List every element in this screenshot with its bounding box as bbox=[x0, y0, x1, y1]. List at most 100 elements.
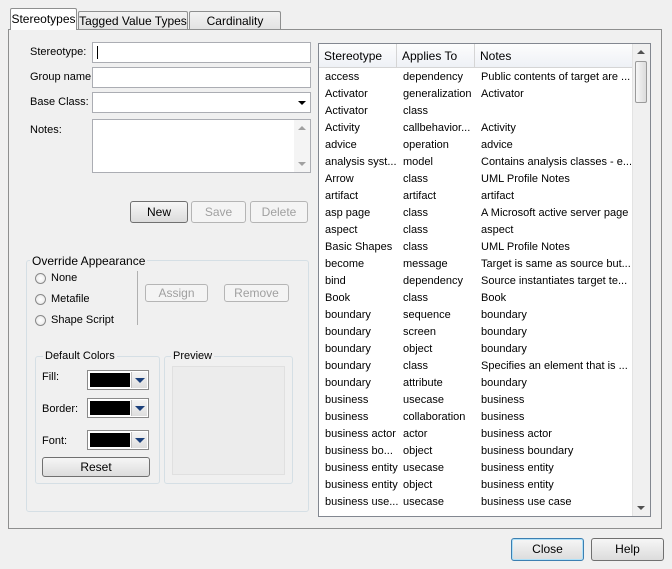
applies-to-cell: attribute bbox=[403, 377, 443, 389]
table-row[interactable]: Activity callbehavior... Activity bbox=[319, 120, 633, 137]
table-row[interactable]: business use... usecase business use case bbox=[319, 494, 633, 511]
table-row[interactable]: advice operation advice bbox=[319, 137, 633, 154]
table-row[interactable]: boundary attribute boundary bbox=[319, 375, 633, 392]
applies-to-cell: sequence bbox=[403, 309, 451, 321]
font-label: Font: bbox=[42, 435, 68, 447]
stereotype-list[interactable]: Stereotype Applies To Notes access depend… bbox=[318, 43, 651, 517]
table-row[interactable]: business collaboration business bbox=[319, 409, 633, 426]
table-row[interactable]: Book class Book bbox=[319, 290, 633, 307]
notes-cell: Activator bbox=[481, 88, 524, 100]
table-row[interactable]: boundary object boundary bbox=[319, 341, 633, 358]
assign-button[interactable]: Assign bbox=[145, 284, 208, 302]
notes-cell: advice bbox=[481, 139, 513, 151]
applies-to-cell: class bbox=[403, 241, 429, 253]
applies-to-cell: message bbox=[403, 258, 448, 270]
tab-stereotypes[interactable]: Stereotypes bbox=[10, 8, 77, 30]
border-color-picker[interactable] bbox=[87, 398, 149, 418]
table-row[interactable]: become message Target is same as source bu… bbox=[319, 256, 633, 273]
notes-textarea[interactable] bbox=[92, 119, 311, 173]
help-button[interactable]: Help bbox=[591, 538, 664, 561]
column-header-applies-to[interactable]: Applies To bbox=[397, 44, 475, 68]
notes-cell: Contains analysis classes - e... bbox=[481, 156, 631, 168]
radio-metafile-label: Metafile bbox=[51, 293, 90, 305]
table-row[interactable]: asp page class A Microsoft active server p… bbox=[319, 205, 633, 222]
tab-cardinality-values[interactable]: Cardinality Values bbox=[189, 11, 281, 46]
fill-color-picker[interactable] bbox=[87, 370, 149, 390]
base-class-label: Base Class: bbox=[30, 96, 89, 108]
preview-title: Preview bbox=[171, 350, 215, 362]
table-row[interactable]: Activator generalization Activator bbox=[319, 86, 633, 103]
close-button[interactable]: Close bbox=[511, 538, 584, 561]
remove-button[interactable]: Remove bbox=[224, 284, 289, 302]
column-header-notes[interactable]: Notes bbox=[475, 44, 633, 68]
stereotype-cell: business bo... bbox=[325, 445, 393, 457]
chevron-down-icon bbox=[135, 378, 145, 383]
table-row[interactable]: analysis syst... model Contains analysis c… bbox=[319, 154, 633, 171]
scroll-down-icon[interactable] bbox=[298, 162, 306, 166]
radio-shape-script[interactable] bbox=[35, 315, 46, 326]
delete-button[interactable]: Delete bbox=[250, 201, 308, 223]
applies-to-cell: actor bbox=[403, 428, 428, 440]
table-row[interactable]: business entity usecase business entity bbox=[319, 460, 633, 477]
applies-to-cell: class bbox=[403, 292, 429, 304]
applies-to-cell: usecase bbox=[403, 496, 444, 508]
stereotype-cell: access bbox=[325, 71, 360, 83]
table-row[interactable]: business usecase business bbox=[319, 392, 633, 409]
save-button[interactable]: Save bbox=[191, 201, 246, 223]
applies-to-cell: class bbox=[403, 207, 429, 219]
preview-canvas bbox=[172, 366, 285, 475]
table-row[interactable]: boundary screen boundary bbox=[319, 324, 633, 341]
scroll-up-icon[interactable] bbox=[298, 126, 306, 130]
fill-color-swatch bbox=[90, 373, 130, 387]
table-row[interactable]: artifact artifact artifact bbox=[319, 188, 633, 205]
list-scrollbar[interactable] bbox=[632, 44, 650, 516]
override-appearance-title: Override Appearance bbox=[30, 254, 148, 268]
border-dropdown[interactable] bbox=[131, 400, 147, 416]
scroll-thumb[interactable] bbox=[635, 61, 647, 103]
stereotype-cell: become bbox=[325, 258, 365, 270]
stereotype-cell: Basic Shapes bbox=[325, 241, 393, 253]
notes-cell: business actor bbox=[481, 428, 552, 440]
scroll-down-icon[interactable] bbox=[637, 506, 645, 510]
table-row[interactable]: Arrow class UML Profile Notes bbox=[319, 171, 633, 188]
notes-cell: boundary bbox=[481, 309, 527, 321]
notes-cell: artifact bbox=[481, 190, 515, 202]
fill-dropdown[interactable] bbox=[131, 372, 147, 388]
stereotype-cell: asp page bbox=[325, 207, 371, 219]
table-row[interactable]: bind dependency Source instantiates target… bbox=[319, 273, 633, 290]
table-row[interactable]: boundary sequence boundary bbox=[319, 307, 633, 324]
radio-metafile[interactable] bbox=[35, 294, 46, 305]
notes-scrollbar[interactable] bbox=[294, 120, 310, 172]
scroll-up-icon[interactable] bbox=[637, 50, 645, 54]
tab-tagged-value-types[interactable]: Tagged Value Types bbox=[78, 11, 188, 29]
applies-to-cell: operation bbox=[403, 139, 449, 151]
new-button[interactable]: New bbox=[130, 201, 188, 223]
notes-cell: Source instantiates target te... bbox=[481, 275, 628, 287]
applies-to-cell: callbehavior... bbox=[403, 122, 471, 134]
group-name-input[interactable] bbox=[92, 67, 311, 88]
stereotype-cell: boundary bbox=[325, 343, 371, 355]
table-row[interactable]: boundary class Specifies an element that i… bbox=[319, 358, 633, 375]
applies-to-cell: dependency bbox=[403, 275, 463, 287]
stereotype-cell: boundary bbox=[325, 360, 371, 372]
table-row[interactable]: business actor actor business actor bbox=[319, 426, 633, 443]
chevron-down-icon[interactable] bbox=[298, 101, 306, 105]
notes-cell: Book bbox=[481, 292, 507, 304]
base-class-select[interactable] bbox=[92, 92, 311, 113]
table-row[interactable]: business bo... object business boundary bbox=[319, 443, 633, 460]
font-color-picker[interactable] bbox=[87, 430, 149, 450]
radio-none-label: None bbox=[51, 272, 78, 284]
table-row[interactable]: access dependency Public contents of targe… bbox=[319, 69, 633, 86]
table-row[interactable]: Basic Shapes class UML Profile Notes bbox=[319, 239, 633, 256]
reset-button[interactable]: Reset bbox=[42, 457, 150, 477]
table-row[interactable]: Activator class bbox=[319, 103, 633, 120]
table-row[interactable]: aspect class aspect bbox=[319, 222, 633, 239]
applies-to-cell: screen bbox=[403, 326, 437, 338]
table-row[interactable]: business entity object business entity bbox=[319, 477, 633, 494]
stereotype-input[interactable] bbox=[92, 42, 311, 63]
stereotype-cell: Book bbox=[325, 292, 351, 304]
font-dropdown[interactable] bbox=[131, 432, 147, 448]
notes-cell: boundary bbox=[481, 343, 527, 355]
radio-none[interactable] bbox=[35, 273, 46, 284]
column-header-stereotype[interactable]: Stereotype bbox=[319, 44, 397, 68]
